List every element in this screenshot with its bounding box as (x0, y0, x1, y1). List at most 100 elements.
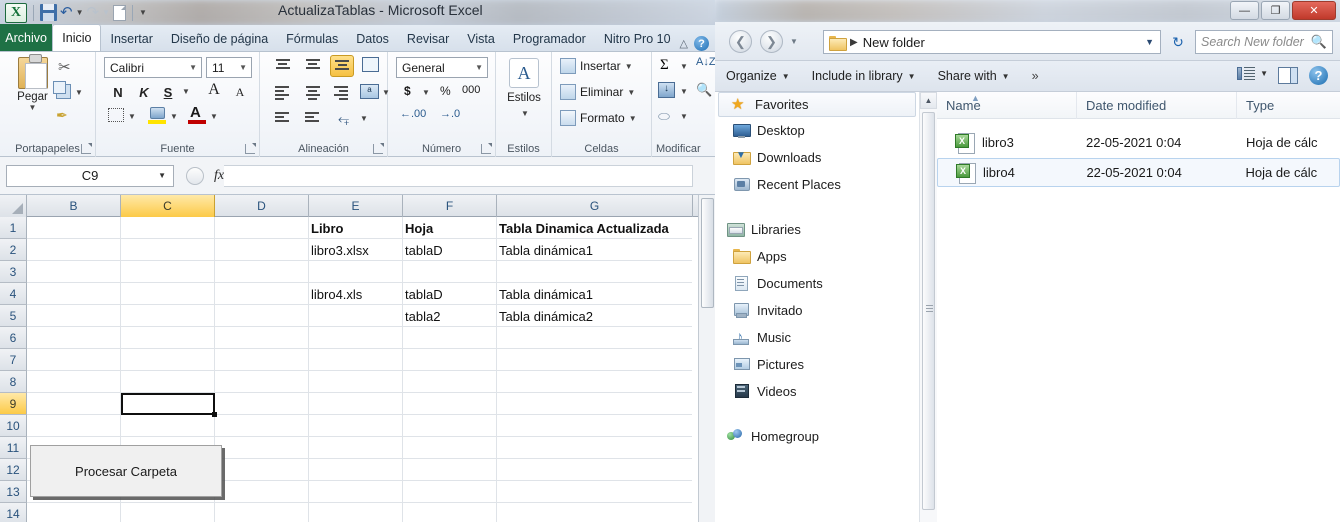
alignment-dialog-launcher[interactable] (373, 143, 384, 154)
bold-button[interactable]: N (108, 82, 128, 102)
currency-dropdown-icon[interactable]: ▼ (422, 88, 430, 97)
row-header-9[interactable]: 9 (0, 393, 27, 415)
row-header-1[interactable]: 1 (0, 217, 27, 239)
share-with-button[interactable]: Share with ▼ (927, 69, 1021, 83)
column-header-D[interactable]: D (215, 195, 309, 217)
search-input[interactable]: Search New folder (1201, 35, 1304, 49)
row-header-13[interactable]: 13 (0, 481, 27, 503)
fill-dropdown-icon[interactable]: ▼ (680, 87, 688, 96)
font-color-dropdown-icon[interactable]: ▼ (210, 112, 218, 121)
sidebar-item-invitado[interactable]: Invitado (715, 297, 919, 324)
tab-formulas[interactable]: Fórmulas (277, 27, 347, 51)
text-direction-dropdown-icon[interactable]: ▼ (360, 114, 368, 123)
chevron-down-icon[interactable]: ▼ (189, 63, 197, 72)
number-dialog-launcher[interactable] (481, 143, 492, 154)
insert-function-icon[interactable]: fx (214, 168, 224, 184)
row-header-11[interactable]: 11 (0, 437, 27, 459)
orientation-icon[interactable] (362, 57, 379, 72)
tab-insertar[interactable]: Insertar (101, 27, 161, 51)
tab-inicio[interactable]: Inicio (52, 24, 102, 51)
format-cells-button[interactable]: Formato ▼ (560, 110, 637, 126)
format-painter-icon[interactable]: ✒ (56, 107, 68, 124)
excel-vertical-scrollbar[interactable] (698, 195, 715, 522)
formula-bar-toggle-icon[interactable] (186, 166, 204, 185)
autosum-dropdown-icon[interactable]: ▼ (680, 62, 688, 71)
underline-dropdown-icon[interactable]: ▼ (182, 87, 190, 96)
number-format-select[interactable]: General ▼ (396, 57, 488, 78)
scroll-up-icon[interactable]: ▲ (920, 92, 937, 109)
breadcrumb-current[interactable]: New folder (863, 35, 925, 50)
align-left-icon[interactable] (272, 84, 293, 103)
row-header-2[interactable]: 2 (0, 239, 27, 261)
clear-icon[interactable]: ⬭ (658, 108, 670, 125)
save-icon[interactable] (40, 4, 57, 21)
excel-scrollbar-thumb[interactable] (701, 198, 714, 308)
undo-dropdown-icon[interactable]: ▼ (76, 8, 84, 17)
decrease-indent-icon[interactable] (272, 110, 293, 129)
table-row[interactable]: libro3 22-05-2021 0:04 Hoja de cálc (937, 128, 1340, 157)
increase-decimal-icon[interactable]: ←.00 (400, 108, 426, 120)
preview-pane-button[interactable] (1278, 67, 1298, 84)
row-header-4[interactable]: 4 (0, 283, 27, 305)
paste-button[interactable]: Pegar ▼ (10, 54, 55, 112)
italic-button[interactable]: K (134, 82, 154, 102)
increase-font-size-button[interactable]: A (204, 80, 224, 100)
column-header-E[interactable]: E (309, 195, 403, 217)
help-icon[interactable]: ? (694, 36, 709, 51)
maximize-button[interactable]: ❐ (1261, 1, 1290, 20)
row-header-10[interactable]: 10 (0, 415, 27, 437)
formula-input[interactable] (224, 164, 693, 187)
underline-button[interactable]: S (158, 82, 178, 102)
include-in-library-button[interactable]: Include in library ▼ (801, 69, 927, 83)
insert-cells-button[interactable]: Insertar ▼ (560, 58, 633, 74)
align-right-icon[interactable] (330, 84, 351, 103)
sidebar-item-documents[interactable]: Documents (715, 270, 919, 297)
sidebar-item-desktop[interactable]: Desktop (715, 117, 919, 144)
column-header-B[interactable]: B (27, 195, 121, 217)
cell-G4[interactable]: Tabla dinámica1 (497, 283, 692, 305)
overflow-button[interactable]: » (1021, 69, 1050, 83)
font-dialog-launcher[interactable] (245, 143, 256, 154)
chevron-down-icon[interactable]: ▼ (239, 63, 247, 72)
name-box[interactable]: C9 ▼ (6, 164, 174, 187)
fill-color-icon[interactable] (150, 107, 165, 119)
tab-diseno-de-pagina[interactable]: Diseño de página (162, 27, 277, 51)
sidebar-item-homegroup[interactable]: Homegroup (715, 423, 919, 450)
cell-F2[interactable]: tablaD (403, 239, 497, 261)
forward-button[interactable]: ❯ (760, 30, 783, 53)
procesar-carpeta-button[interactable]: Procesar Carpeta (30, 445, 222, 497)
active-cell-selection[interactable] (121, 393, 217, 417)
sidebar-item-libraries[interactable]: Libraries (715, 216, 919, 243)
cell-G1[interactable]: Tabla Dinamica Actualizada (497, 217, 692, 239)
decrease-decimal-icon[interactable]: →.0 (440, 108, 460, 120)
back-button[interactable]: ❮ (729, 30, 752, 53)
recent-pages-icon[interactable]: ▼ (790, 37, 798, 46)
search-box[interactable]: Search New folder 🔍 (1195, 30, 1333, 54)
row-header-7[interactable]: 7 (0, 349, 27, 371)
sidebar-item-apps[interactable]: Apps (715, 243, 919, 270)
copy-icon[interactable] (53, 81, 71, 99)
cell-F1[interactable]: Hoja (403, 217, 497, 239)
autosum-icon[interactable]: Σ (660, 57, 669, 74)
increase-indent-icon[interactable] (302, 110, 323, 129)
row-header-3[interactable]: 3 (0, 261, 27, 283)
cell-E2[interactable]: libro3.xlsx (309, 239, 403, 261)
customize-qat-icon[interactable]: ▼ (139, 8, 147, 17)
select-all-corner[interactable] (0, 195, 27, 217)
cell-F4[interactable]: tablaD (403, 283, 497, 305)
sidebar-item-favorites[interactable]: ★ Favorites (718, 92, 916, 117)
thousands-separator-button[interactable]: 000 (462, 84, 480, 96)
organize-button[interactable]: Organize ▼ (715, 69, 801, 83)
cell-F5[interactable]: tabla2 (403, 305, 497, 327)
cell-G5[interactable]: Tabla dinámica2 (497, 305, 692, 327)
redo-dropdown-icon[interactable]: ▼ (102, 8, 110, 17)
percent-format-button[interactable]: % (440, 84, 451, 98)
borders-dropdown-icon[interactable]: ▼ (128, 112, 136, 121)
column-header-date-modified[interactable]: Date modified (1077, 92, 1237, 119)
insert-dropdown-icon[interactable]: ▼ (625, 62, 633, 71)
cell-E4[interactable]: libro4.xls (309, 283, 403, 305)
column-header-F[interactable]: F (403, 195, 497, 217)
column-header-type[interactable]: Type (1237, 92, 1340, 119)
table-row[interactable]: libro4 22-05-2021 0:04 Hoja de cálc (937, 158, 1340, 187)
sidebar-item-music[interactable]: Music (715, 324, 919, 351)
